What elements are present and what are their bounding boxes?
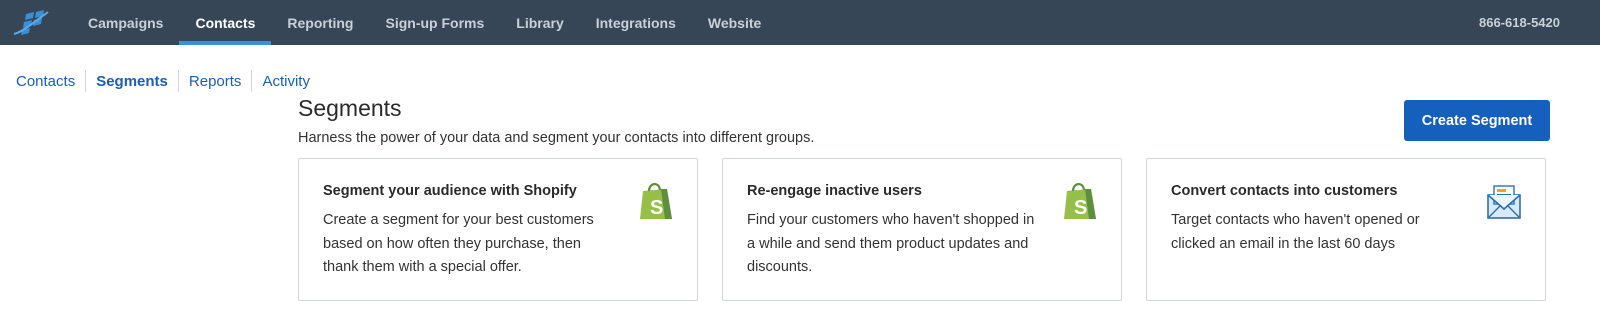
brand-logo-icon[interactable]	[12, 10, 50, 36]
support-phone[interactable]: 866-618-5420	[1479, 0, 1560, 45]
card-title: Re-engage inactive users	[747, 183, 922, 199]
svg-text:S: S	[1074, 197, 1087, 219]
subnav-contacts[interactable]: Contacts	[16, 70, 87, 92]
nav-integrations[interactable]: Integrations	[580, 0, 692, 45]
card-title: Segment your audience with Shopify	[323, 183, 577, 199]
svg-text:S: S	[650, 197, 663, 219]
card-shopify-segment[interactable]: Segment your audience with Shopify Creat…	[298, 158, 698, 301]
card-description: Target contacts who haven't opened or cl…	[1171, 212, 1420, 252]
shopify-bag-icon: S	[1064, 183, 1096, 219]
card-description: Find your customers who haven't shopped …	[747, 212, 1035, 275]
nav-reporting[interactable]: Reporting	[271, 0, 369, 45]
nav-campaigns[interactable]: Campaigns	[72, 0, 179, 45]
sub-navigation: Contacts Segments Reports Activity	[16, 70, 320, 92]
subnav-segments[interactable]: Segments	[86, 70, 179, 92]
page-subtitle: Harness the power of your data and segme…	[298, 130, 815, 146]
card-reengage-users[interactable]: Re-engage inactive users Find your custo…	[722, 158, 1122, 301]
card-title: Convert contacts into customers	[1171, 183, 1398, 199]
card-convert-contacts[interactable]: Convert contacts into customers Target c…	[1146, 158, 1546, 301]
nav-website[interactable]: Website	[692, 0, 777, 45]
card-description: Create a segment for your best customers…	[323, 212, 594, 275]
subnav-activity[interactable]: Activity	[252, 70, 320, 92]
nav-contacts[interactable]: Contacts	[179, 0, 272, 45]
top-navigation: Campaigns Contacts Reporting Sign-up For…	[0, 0, 1600, 45]
main-nav: Campaigns Contacts Reporting Sign-up For…	[72, 0, 777, 45]
nav-signup-forms[interactable]: Sign-up Forms	[369, 0, 500, 45]
nav-library[interactable]: Library	[500, 0, 579, 45]
subnav-reports[interactable]: Reports	[179, 70, 253, 92]
envelope-icon	[1487, 185, 1521, 219]
shopify-bag-icon: S	[640, 183, 672, 219]
page-title: Segments	[298, 95, 402, 121]
create-segment-button[interactable]: Create Segment	[1404, 100, 1550, 141]
